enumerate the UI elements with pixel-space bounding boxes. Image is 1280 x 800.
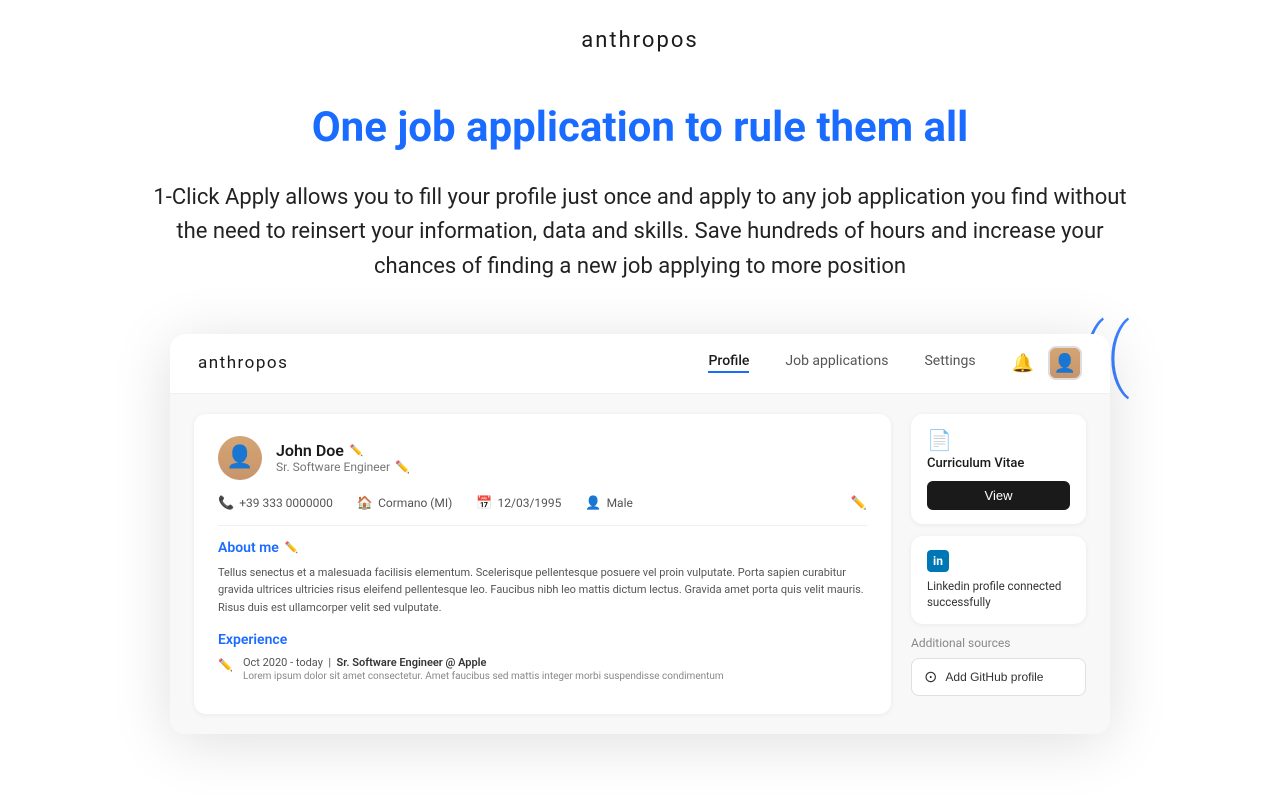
- about-me-body: Tellus senectus et a malesuada facilisis…: [218, 564, 867, 617]
- experience-title: Experience: [218, 632, 867, 648]
- exp-period: Oct 2020 - today | Sr. Software Engineer…: [243, 656, 724, 669]
- cv-card: 📄 Curriculum Vitae View: [911, 414, 1086, 524]
- exp-desc: Lorem ipsum dolor sit amet consectetur. …: [243, 671, 724, 682]
- cv-icon: 📄: [927, 428, 1070, 452]
- app-screenshot-wrapper: )) anthropos Profile Job applications Se…: [140, 334, 1140, 734]
- side-panel: 📄 Curriculum Vitae View in Linkedin prof…: [911, 414, 1086, 714]
- app-nav-actions: 🔔 👤: [1012, 346, 1082, 380]
- profile-meta: 📞 +39 333 0000000 🏠 Cormano (MI) 📅 12/03…: [218, 496, 867, 526]
- meta-gender: 👤 Male: [585, 496, 632, 511]
- meta-phone: 📞 +39 333 0000000: [218, 496, 333, 511]
- linkedin-label: Linkedin profile connected successfully: [927, 578, 1070, 610]
- calendar-icon: 📅: [476, 496, 492, 511]
- location-icon: 🏠: [357, 496, 373, 511]
- linkedin-card: in Linkedin profile connected successful…: [911, 536, 1086, 624]
- additional-sources-section: Additional sources ⊙ Add GitHub profile: [911, 636, 1086, 696]
- person-icon: 👤: [585, 496, 601, 511]
- avatar-face: 👤: [1050, 348, 1080, 378]
- app-window: anthropos Profile Job applications Setti…: [170, 334, 1110, 734]
- profile-card: 👤 John Doe ✏️ Sr. Software Engineer ✏️: [194, 414, 891, 714]
- phone-icon: 📞: [218, 496, 234, 511]
- meta-location: 🏠 Cormano (MI): [357, 496, 452, 511]
- profile-title-edit-icon[interactable]: ✏️: [395, 460, 410, 474]
- app-nav: anthropos Profile Job applications Setti…: [170, 334, 1110, 394]
- hero-title: One job application to rule them all: [150, 103, 1130, 153]
- profile-avatar: 👤: [218, 436, 262, 480]
- app-content: 👤 John Doe ✏️ Sr. Software Engineer ✏️: [170, 394, 1110, 734]
- exp-item: ✏️ Oct 2020 - today | Sr. Software Engin…: [218, 656, 867, 682]
- meta-edit-icon[interactable]: ✏️: [851, 496, 867, 511]
- cv-label: Curriculum Vitae: [927, 456, 1070, 471]
- nav-link-settings[interactable]: Settings: [924, 353, 975, 373]
- nav-link-job-applications[interactable]: Job applications: [785, 353, 888, 373]
- additional-sources-label: Additional sources: [911, 636, 1086, 650]
- exp-edit-icon[interactable]: ✏️: [218, 658, 233, 672]
- experience-section: ✏️ Oct 2020 - today | Sr. Software Engin…: [218, 656, 867, 682]
- brand-logo: anthropos: [581, 28, 698, 53]
- app-nav-brand: anthropos: [198, 353, 288, 373]
- nav-link-profile[interactable]: Profile: [708, 353, 749, 373]
- profile-title: Sr. Software Engineer ✏️: [276, 460, 410, 474]
- add-github-button[interactable]: ⊙ Add GitHub profile: [911, 658, 1086, 696]
- view-cv-button[interactable]: View: [927, 481, 1070, 510]
- linkedin-icon: in: [927, 550, 949, 572]
- about-me-title: About me ✏️: [218, 540, 867, 556]
- hero-section: One job application to rule them all 1-C…: [90, 63, 1190, 304]
- user-avatar-button[interactable]: 👤: [1048, 346, 1082, 380]
- meta-dob: 📅 12/03/1995: [476, 496, 561, 511]
- hero-description: 1-Click Apply allows you to fill your pr…: [150, 181, 1130, 283]
- github-icon: ⊙: [924, 667, 937, 687]
- bell-icon[interactable]: 🔔: [1012, 353, 1034, 374]
- profile-header: 👤 John Doe ✏️ Sr. Software Engineer ✏️: [218, 436, 867, 480]
- profile-name-block: John Doe ✏️ Sr. Software Engineer ✏️: [276, 441, 410, 474]
- top-header: anthropos: [0, 0, 1280, 63]
- profile-name-edit-icon[interactable]: ✏️: [350, 444, 364, 457]
- profile-name: John Doe ✏️: [276, 441, 410, 460]
- app-nav-links: Profile Job applications Settings: [708, 353, 975, 373]
- about-edit-icon[interactable]: ✏️: [285, 541, 299, 554]
